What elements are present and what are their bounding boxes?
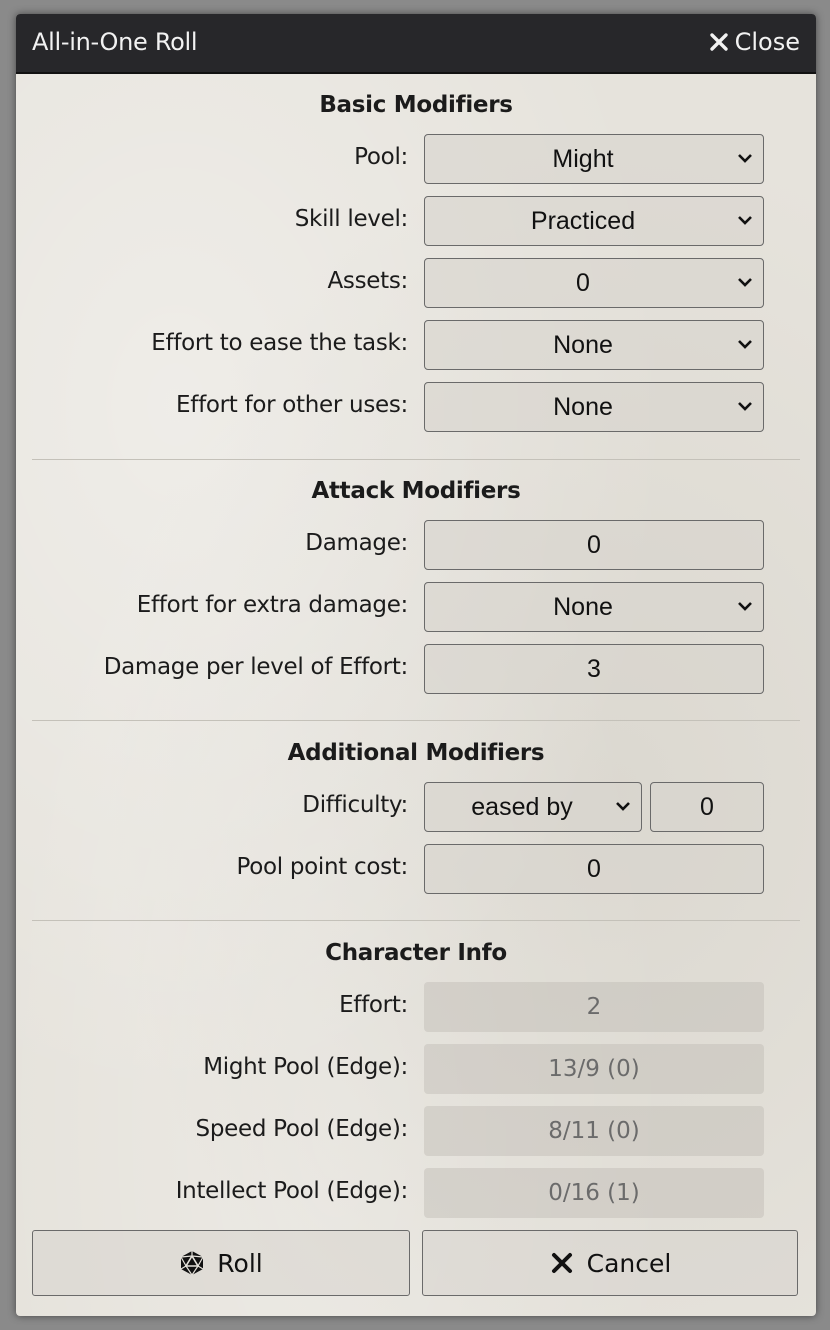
effort-other-label: Effort for other uses:: [176, 392, 408, 418]
section-divider: [32, 920, 800, 921]
roll-label: Roll: [217, 1248, 263, 1278]
effort-info-label: Effort:: [339, 992, 408, 1018]
chevron-down-icon: [616, 802, 630, 811]
pool-value: Might: [552, 144, 614, 173]
effort-other-select[interactable]: None: [424, 382, 764, 432]
skill-level-value: Practiced: [530, 206, 636, 235]
all-in-one-roll-dialog: All-in-One Roll Close Basic Modifiers Po…: [16, 14, 816, 1316]
chevron-down-icon: [738, 278, 752, 287]
assets-label: Assets:: [327, 268, 408, 294]
difficulty-label: Difficulty:: [302, 792, 408, 818]
effort-info-value-box: 2: [424, 982, 764, 1032]
section-title-character: Character Info: [325, 940, 507, 966]
damage-label: Damage:: [305, 530, 408, 556]
skill-level-select[interactable]: Practiced: [424, 196, 764, 246]
speed-pool-value: 8/11 (0): [548, 1118, 640, 1144]
pool-label: Pool:: [354, 144, 408, 170]
chevron-down-icon: [738, 602, 752, 611]
damage-input[interactable]: 0: [424, 520, 764, 570]
cancel-label: Cancel: [586, 1248, 672, 1278]
skill-level-label: Skill level:: [294, 206, 409, 232]
effort-damage-select[interactable]: None: [424, 582, 764, 632]
close-icon: [551, 1253, 572, 1273]
difficulty-mode-select[interactable]: eased by: [424, 782, 642, 832]
intellect-pool-value: 0/16 (1): [548, 1180, 640, 1206]
assets-value: 0: [576, 268, 590, 297]
pool-cost-value: 0: [587, 854, 601, 883]
close-label: Close: [734, 28, 800, 56]
speed-pool-label: Speed Pool (Edge):: [195, 1116, 409, 1142]
damage-per-level-label: Damage per level of Effort:: [103, 654, 409, 680]
section-title-basic: Basic Modifiers: [319, 92, 513, 118]
dialog-title: All-in-One Roll: [32, 28, 198, 56]
difficulty-input[interactable]: 0: [650, 782, 764, 832]
chevron-down-icon: [738, 402, 752, 411]
section-title-attack: Attack Modifiers: [311, 478, 521, 504]
difficulty-value: 0: [700, 792, 714, 821]
intellect-pool-label: Intellect Pool (Edge):: [175, 1178, 409, 1204]
close-button[interactable]: Close: [709, 28, 800, 56]
pool-select[interactable]: Might: [424, 134, 764, 184]
damage-per-level-value: 3: [587, 654, 601, 683]
damage-per-level-input[interactable]: 3: [424, 644, 764, 694]
intellect-pool-value-box: 0/16 (1): [424, 1168, 764, 1218]
effort-damage-label: Effort for extra damage:: [136, 592, 409, 618]
damage-value: 0: [587, 530, 601, 559]
section-divider: [32, 720, 800, 721]
close-icon: [709, 33, 728, 51]
difficulty-mode-value: eased by: [471, 792, 573, 821]
pool-cost-input[interactable]: 0: [424, 844, 764, 894]
section-title-additional: Additional Modifiers: [287, 740, 545, 766]
effort-damage-value: None: [553, 592, 613, 621]
section-divider: [32, 459, 800, 460]
effort-ease-label: Effort to ease the task:: [151, 330, 408, 356]
assets-select[interactable]: 0: [424, 258, 764, 308]
d20-dice-icon: [180, 1251, 204, 1276]
speed-pool-value-box: 8/11 (0): [424, 1106, 764, 1156]
title-bar: All-in-One Roll Close: [16, 14, 816, 74]
cancel-button[interactable]: Cancel: [422, 1230, 798, 1296]
chevron-down-icon: [738, 340, 752, 349]
effort-ease-select[interactable]: None: [424, 320, 764, 370]
effort-info-value: 2: [586, 994, 602, 1020]
effort-ease-value: None: [553, 330, 613, 359]
roll-button[interactable]: Roll: [32, 1230, 410, 1296]
pool-cost-label: Pool point cost:: [236, 854, 408, 880]
might-pool-value: 13/9 (0): [548, 1056, 640, 1082]
might-pool-label: Might Pool (Edge):: [203, 1054, 408, 1080]
chevron-down-icon: [738, 216, 752, 225]
might-pool-value-box: 13/9 (0): [424, 1044, 764, 1094]
chevron-down-icon: [738, 154, 752, 163]
effort-other-value: None: [553, 392, 613, 421]
